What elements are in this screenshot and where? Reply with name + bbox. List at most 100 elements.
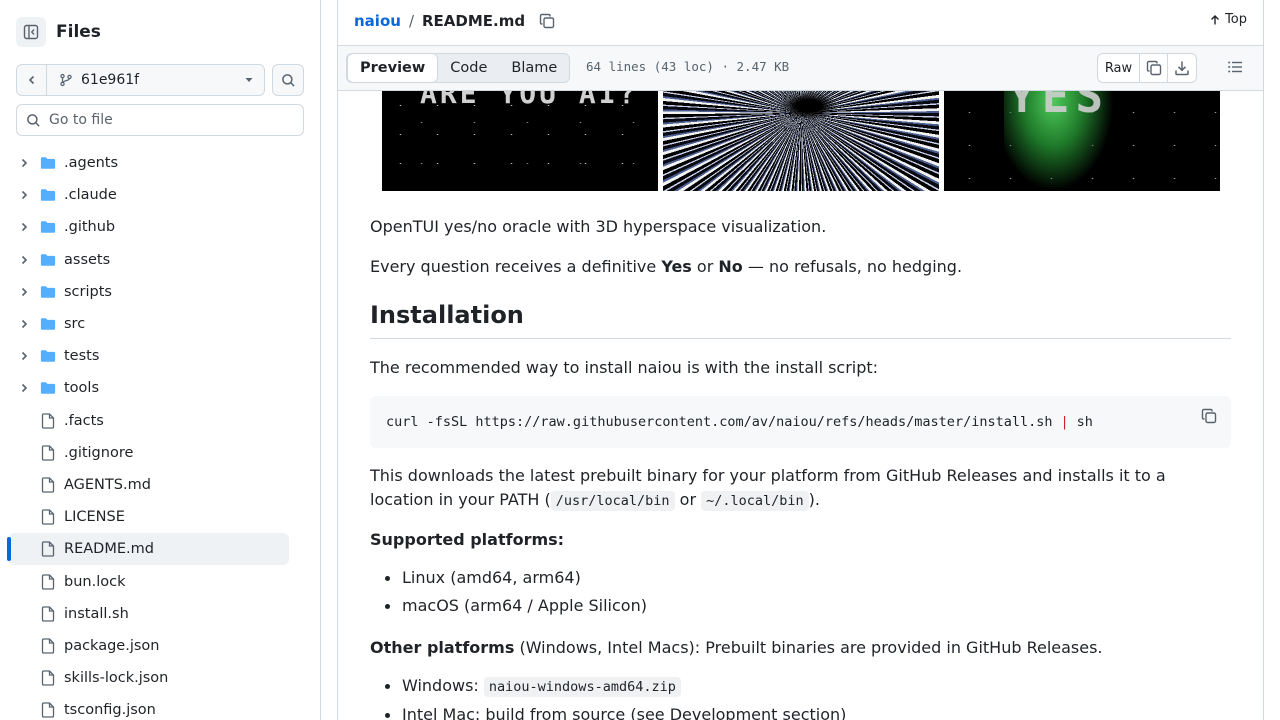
readme-banner: ARE YOU AI? YES [382, 91, 1220, 191]
folder-icon [40, 252, 56, 268]
tree-folder-item[interactable]: scripts [8, 276, 289, 308]
banner-question-text: ARE YOU AI? [420, 91, 639, 110]
tree-item-label: tools [64, 380, 100, 397]
file-icon [40, 445, 56, 461]
tree-item-label: tsconfig.json [64, 702, 156, 719]
tab-code[interactable]: Code [438, 54, 499, 82]
chevron-right-icon[interactable] [16, 254, 32, 266]
tab-preview[interactable]: Preview [347, 53, 439, 83]
tree-file-item[interactable]: skills-lock.json [8, 662, 289, 694]
chevron-right-icon[interactable] [16, 221, 32, 233]
back-button[interactable] [17, 65, 47, 95]
branch-selector[interactable]: 61e961f [16, 64, 265, 96]
chevron-right-icon[interactable] [16, 286, 32, 298]
yes-text: Yes [661, 257, 692, 276]
raw-button[interactable]: Raw [1098, 54, 1140, 82]
tree-folder-item[interactable]: .claude [8, 179, 289, 211]
tree-item-label: install.sh [64, 605, 129, 622]
tree-item-label: .github [64, 219, 116, 236]
banner-image-hyperspace [663, 91, 939, 191]
chevron-right-icon[interactable] [16, 318, 32, 330]
tree-folder-item[interactable]: src [8, 308, 289, 340]
no-text: No [718, 257, 743, 276]
sidebar-header: Files [16, 16, 101, 48]
branch-dropdown[interactable]: 61e961f [47, 72, 264, 88]
view-mode-tabs: Preview Code Blame [346, 53, 571, 83]
copy-raw-button[interactable] [1140, 54, 1168, 82]
supported-label: Supported platforms: [370, 528, 564, 552]
tree-item-label: tests [64, 348, 100, 365]
go-to-file-input[interactable] [49, 112, 289, 128]
copy-icon [1146, 60, 1161, 76]
folder-icon [40, 348, 56, 364]
installation-heading: Installation [370, 301, 1231, 339]
banner-answer-text: YES [1008, 91, 1110, 123]
tree-file-item[interactable]: AGENTS.md [8, 469, 289, 501]
other-label: Other platforms [370, 638, 515, 657]
collapse-sidebar-button[interactable] [16, 17, 46, 47]
search-icon [27, 113, 40, 127]
download-button[interactable] [1168, 54, 1196, 82]
tree-item-label: bun.lock [64, 573, 126, 590]
tree-file-item[interactable]: .facts [8, 405, 289, 437]
file-icon [40, 638, 56, 654]
tree-folder-item[interactable]: .github [8, 211, 289, 243]
go-to-file-field[interactable] [16, 104, 304, 136]
copy-path-button[interactable] [539, 13, 555, 29]
tree-item-label: .facts [64, 412, 104, 429]
tree-folder-item[interactable]: .agents [8, 147, 289, 179]
file-icon [40, 573, 56, 590]
tree-folder-item[interactable]: assets [8, 244, 289, 276]
folder-icon [40, 284, 56, 300]
path-usr-local-bin: /usr/local/bin [550, 491, 675, 511]
tree-item-label: README.md [64, 541, 154, 558]
code-command: curl -fsSL https://raw.githubusercontent… [386, 414, 1053, 430]
tree-file-item[interactable]: README.md [7, 533, 289, 566]
file-viewer: naiou / README.md Top Preview Code Blame… [337, 0, 1264, 720]
tree-item-label: LICENSE [64, 509, 125, 526]
list-item: macOS (arm64 / Apple Silicon) [370, 592, 1231, 620]
file-tree: .agents .claude .github assets scripts src tes… [7, 147, 289, 720]
other-text: (Windows, Intel Macs): Prebuilt binaries… [514, 638, 1103, 657]
tree-file-item[interactable]: .gitignore [8, 437, 289, 469]
path-or: or [674, 490, 702, 509]
breadcrumb-repo-link[interactable]: naiou [354, 12, 401, 30]
git-branch-icon [60, 73, 72, 87]
tree-item-label: scripts [64, 283, 112, 300]
chevron-right-icon[interactable] [16, 189, 32, 201]
chevron-right-icon[interactable] [16, 382, 32, 394]
chevron-right-icon[interactable] [16, 350, 32, 362]
file-icon [40, 702, 56, 718]
copy-code-button[interactable] [1201, 408, 1217, 428]
download-post: ). [808, 490, 820, 509]
tree-item-label: .gitignore [64, 444, 134, 461]
tree-item-label: .claude [64, 187, 117, 204]
scroll-to-top-button[interactable]: Top [1209, 12, 1247, 27]
tree-file-item[interactable]: tsconfig.json [8, 694, 289, 720]
banner-image-question: ARE YOU AI? [382, 91, 658, 191]
tree-folder-item[interactable]: tests [8, 340, 289, 372]
readme-content: ARE YOU AI? YES OpenTUI yes/no oracle wi… [338, 91, 1263, 720]
tree-file-item[interactable]: package.json [8, 630, 289, 662]
tree-file-item[interactable]: bun.lock [8, 565, 289, 597]
search-files-button[interactable] [272, 64, 304, 96]
install-intro: The recommended way to install naiou is … [370, 358, 879, 377]
tree-folder-item[interactable]: tools [8, 372, 289, 404]
windows-label: Windows: [402, 676, 484, 695]
outline-button[interactable] [1227, 59, 1243, 79]
tree-item-label: .agents [64, 155, 119, 172]
file-tree-sidebar: Files 61e961f .agents .claude .github asset… [0, 0, 321, 720]
tree-file-item[interactable]: LICENSE [8, 501, 289, 533]
banner-image-answer: YES [944, 91, 1220, 191]
every-pre: Every question receives a definitive [370, 257, 662, 276]
other-list: Windows: naiou-windows-amd64.zip Intel M… [370, 672, 1231, 720]
every-post: — no refusals, no hedging. [742, 257, 963, 276]
path-local-bin: ~/.local/bin [701, 491, 809, 511]
tab-blame[interactable]: Blame [499, 54, 569, 82]
file-icon [40, 670, 56, 686]
folder-icon [40, 380, 56, 396]
list-unordered-icon [1228, 61, 1242, 73]
sidebar-collapse-icon [23, 24, 39, 40]
chevron-right-icon[interactable] [16, 157, 32, 169]
tree-file-item[interactable]: install.sh [8, 598, 289, 630]
